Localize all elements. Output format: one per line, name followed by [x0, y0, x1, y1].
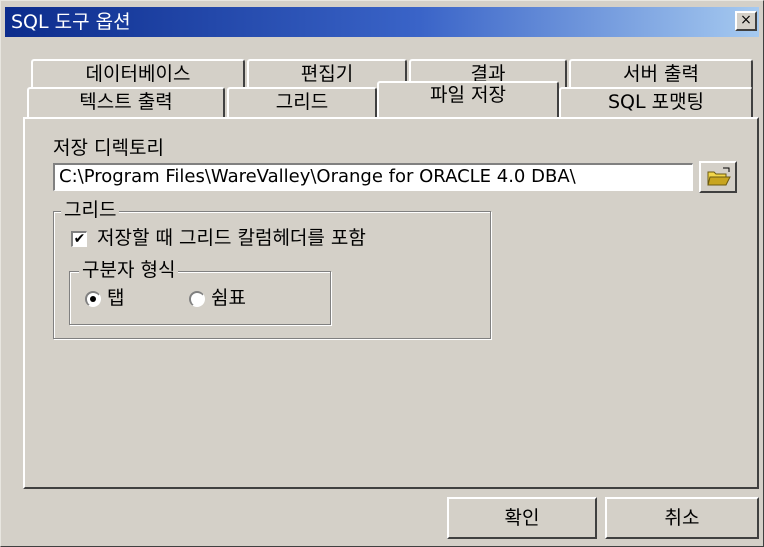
include-header-checkbox[interactable]: ✔ — [71, 231, 87, 247]
close-button[interactable]: × — [735, 11, 757, 31]
tab-file-save[interactable]: 파일 저장 — [377, 81, 559, 117]
tab-sql-formatting[interactable]: SQL 포맷팅 — [559, 87, 753, 117]
radio-selected-dot — [90, 296, 96, 302]
include-header-label[interactable]: 저장할 때 그리드 칼럼헤더를 포함 — [97, 227, 366, 249]
title-bar[interactable]: SQL 도구 옵션 × — [5, 7, 759, 37]
folder-open-icon — [707, 167, 731, 186]
tab-label: SQL 포맷팅 — [607, 91, 705, 113]
tab-label: 서버 출력 — [623, 63, 699, 85]
comma-delimiter-radio[interactable] — [189, 291, 205, 307]
save-directory-input[interactable]: C:\Program Files\WareValley\Orange for O… — [53, 163, 693, 191]
tab-server-output[interactable]: 서버 출력 — [569, 59, 753, 89]
comma-delimiter-label[interactable]: 쉼표 — [211, 287, 246, 309]
tab-label: 데이터베이스 — [85, 63, 191, 85]
save-directory-label: 저장 디렉토리 — [53, 137, 164, 159]
tab-delimiter-radio[interactable] — [85, 291, 101, 307]
tab-text-output[interactable]: 텍스트 출력 — [27, 87, 225, 117]
browse-folder-button[interactable] — [699, 161, 737, 193]
tab-label: 편집기 — [300, 63, 354, 85]
grid-group-title: 그리드 — [61, 199, 120, 221]
cancel-button[interactable]: 취소 — [605, 497, 759, 539]
tab-grid[interactable]: 그리드 — [227, 87, 377, 117]
tab-label: 파일 저장 — [430, 84, 506, 106]
tab-label: 텍스트 출력 — [79, 91, 173, 113]
close-icon: × — [740, 12, 752, 28]
sql-tool-options-dialog: SQL 도구 옵션 × 데이터베이스 편집기 결과 서버 출력 텍스트 출력 그… — [0, 0, 764, 547]
tab-database[interactable]: 데이터베이스 — [31, 59, 245, 89]
checkmark-icon: ✔ — [73, 231, 86, 247]
file-save-panel: 저장 디렉토리 C:\Program Files\WareValley\Oran… — [23, 117, 759, 489]
delimiter-group-title: 구분자 형식 — [79, 259, 179, 281]
tab-delimiter-label[interactable]: 탭 — [107, 287, 124, 309]
ok-button[interactable]: 확인 — [447, 497, 597, 539]
tab-label: 그리드 — [275, 91, 329, 113]
window-title: SQL 도구 옵션 — [11, 11, 131, 33]
